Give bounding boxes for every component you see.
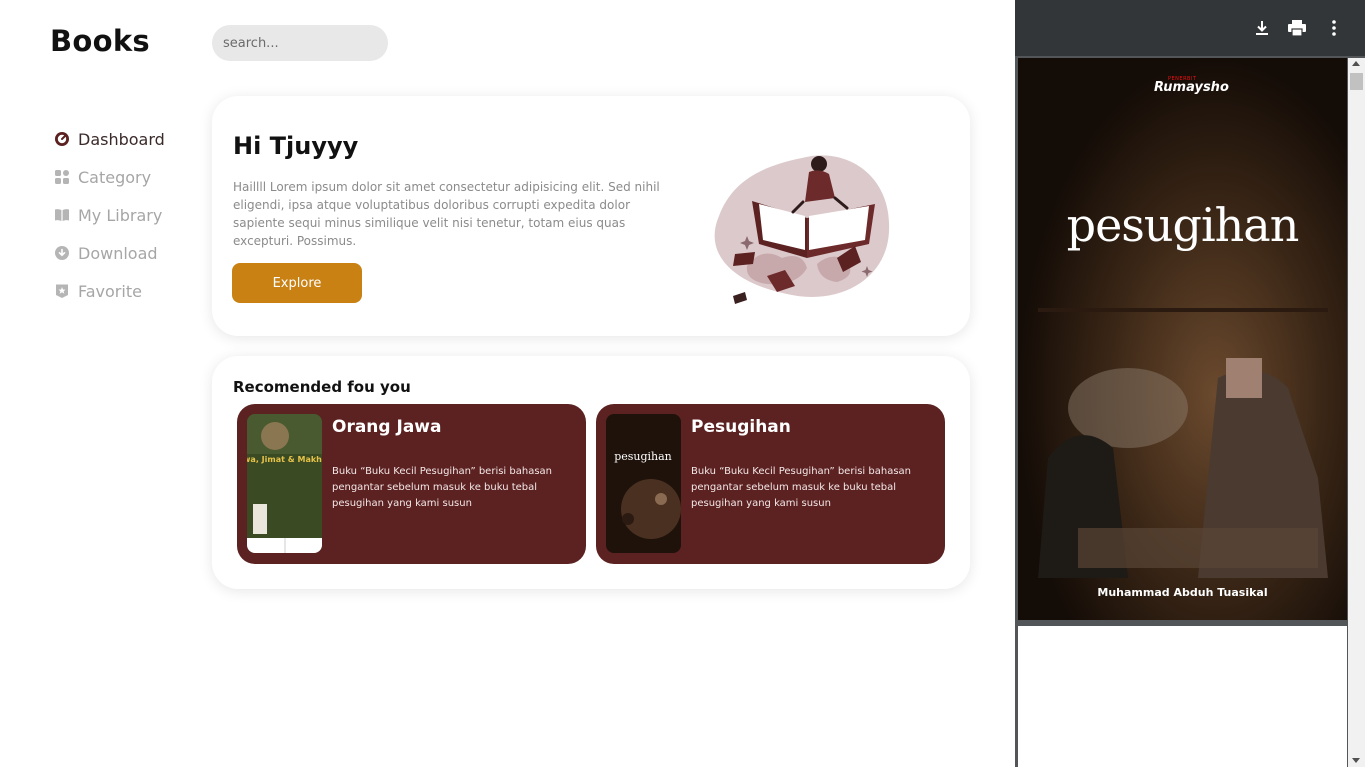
book-cover-image: Orang Jawa, Jimat & Makhluk Halus bbox=[247, 414, 322, 553]
book-cover-image: pesugihan bbox=[606, 414, 681, 553]
pdf-author: Muhammad Abduh Tuasikal bbox=[1097, 586, 1268, 599]
sidebar-item-label: Favorite bbox=[78, 281, 142, 301]
sidebar-item-label: Download bbox=[78, 243, 158, 263]
sidebar-item-favorite[interactable]: Favorite bbox=[53, 272, 193, 310]
cloud-download-icon bbox=[53, 244, 71, 262]
app-title: Books bbox=[50, 24, 150, 58]
welcome-text: Haillll Lorem ipsum dolor sit amet conse… bbox=[233, 180, 660, 248]
cover-title-text: pesugihan bbox=[614, 450, 672, 463]
dashboard-gauge-icon bbox=[53, 130, 71, 148]
cover-photo bbox=[1018, 58, 1347, 620]
greeting-heading: Hi Tjuyyy bbox=[233, 132, 359, 160]
pdf-page-cover: PENERBIT Rumaysho pesugihan Muhammad Abd… bbox=[1018, 58, 1347, 620]
book-title: Pesugihan bbox=[691, 417, 791, 437]
recommended-section: Recomended fou you Orang Jawa, Jimat & M… bbox=[212, 356, 970, 589]
print-icon[interactable] bbox=[1286, 17, 1308, 39]
sidebar: Dashboard Category My Library Download F… bbox=[53, 120, 193, 310]
sidebar-item-label: Dashboard bbox=[78, 129, 165, 149]
category-grid-icon bbox=[53, 168, 71, 186]
recommended-heading: Recomended fou you bbox=[233, 378, 411, 396]
sidebar-item-label: Category bbox=[78, 167, 152, 187]
sidebar-item-download[interactable]: Download bbox=[53, 234, 193, 272]
pdf-book-title: pesugihan bbox=[1066, 198, 1300, 252]
pdf-page-blank bbox=[1018, 626, 1347, 767]
pdf-viewer: PENERBIT Rumaysho pesugihan Muhammad Abd… bbox=[1015, 0, 1365, 767]
book-title: Orang Jawa bbox=[332, 417, 442, 437]
sidebar-item-dashboard[interactable]: Dashboard bbox=[53, 120, 193, 158]
app-root: Books Dashboard Category My Library Dow bbox=[0, 0, 1365, 767]
book-card-pesugihan[interactable]: pesugihan Pesugihan Buku “Buku Kecil Pes… bbox=[596, 404, 945, 564]
scroll-thumb[interactable] bbox=[1350, 73, 1363, 90]
scroll-up-icon[interactable] bbox=[1352, 61, 1360, 66]
viewer-toolbar bbox=[1015, 0, 1365, 56]
download-icon[interactable] bbox=[1251, 17, 1273, 39]
book-description: Buku “Buku Kecil Pesugihan” berisi bahas… bbox=[332, 466, 553, 509]
book-card-orang-jawa[interactable]: Orang Jawa, Jimat & Makhluk Halus Orang … bbox=[237, 404, 586, 564]
more-options-icon[interactable] bbox=[1323, 17, 1345, 39]
explore-button[interactable]: Explore bbox=[232, 263, 362, 303]
cover-title-text: Orang Jawa, Jimat & Makhluk Halus bbox=[247, 455, 322, 464]
reading-illustration bbox=[707, 146, 902, 316]
sidebar-item-category[interactable]: Category bbox=[53, 158, 193, 196]
publisher-name: Rumaysho bbox=[1154, 80, 1229, 95]
welcome-card: Hi Tjuyyy Haillll Lorem ipsum dolor sit … bbox=[212, 96, 970, 336]
book-description: Buku “Buku Kecil Pesugihan” berisi bahas… bbox=[691, 466, 912, 509]
sidebar-item-my-library[interactable]: My Library bbox=[53, 196, 193, 234]
book-open-icon bbox=[53, 206, 71, 224]
scroll-down-icon[interactable] bbox=[1352, 758, 1360, 763]
search-input[interactable] bbox=[212, 25, 388, 61]
sidebar-item-label: My Library bbox=[78, 205, 163, 225]
viewer-scrollbar[interactable] bbox=[1348, 58, 1365, 767]
star-badge-icon bbox=[53, 282, 71, 300]
